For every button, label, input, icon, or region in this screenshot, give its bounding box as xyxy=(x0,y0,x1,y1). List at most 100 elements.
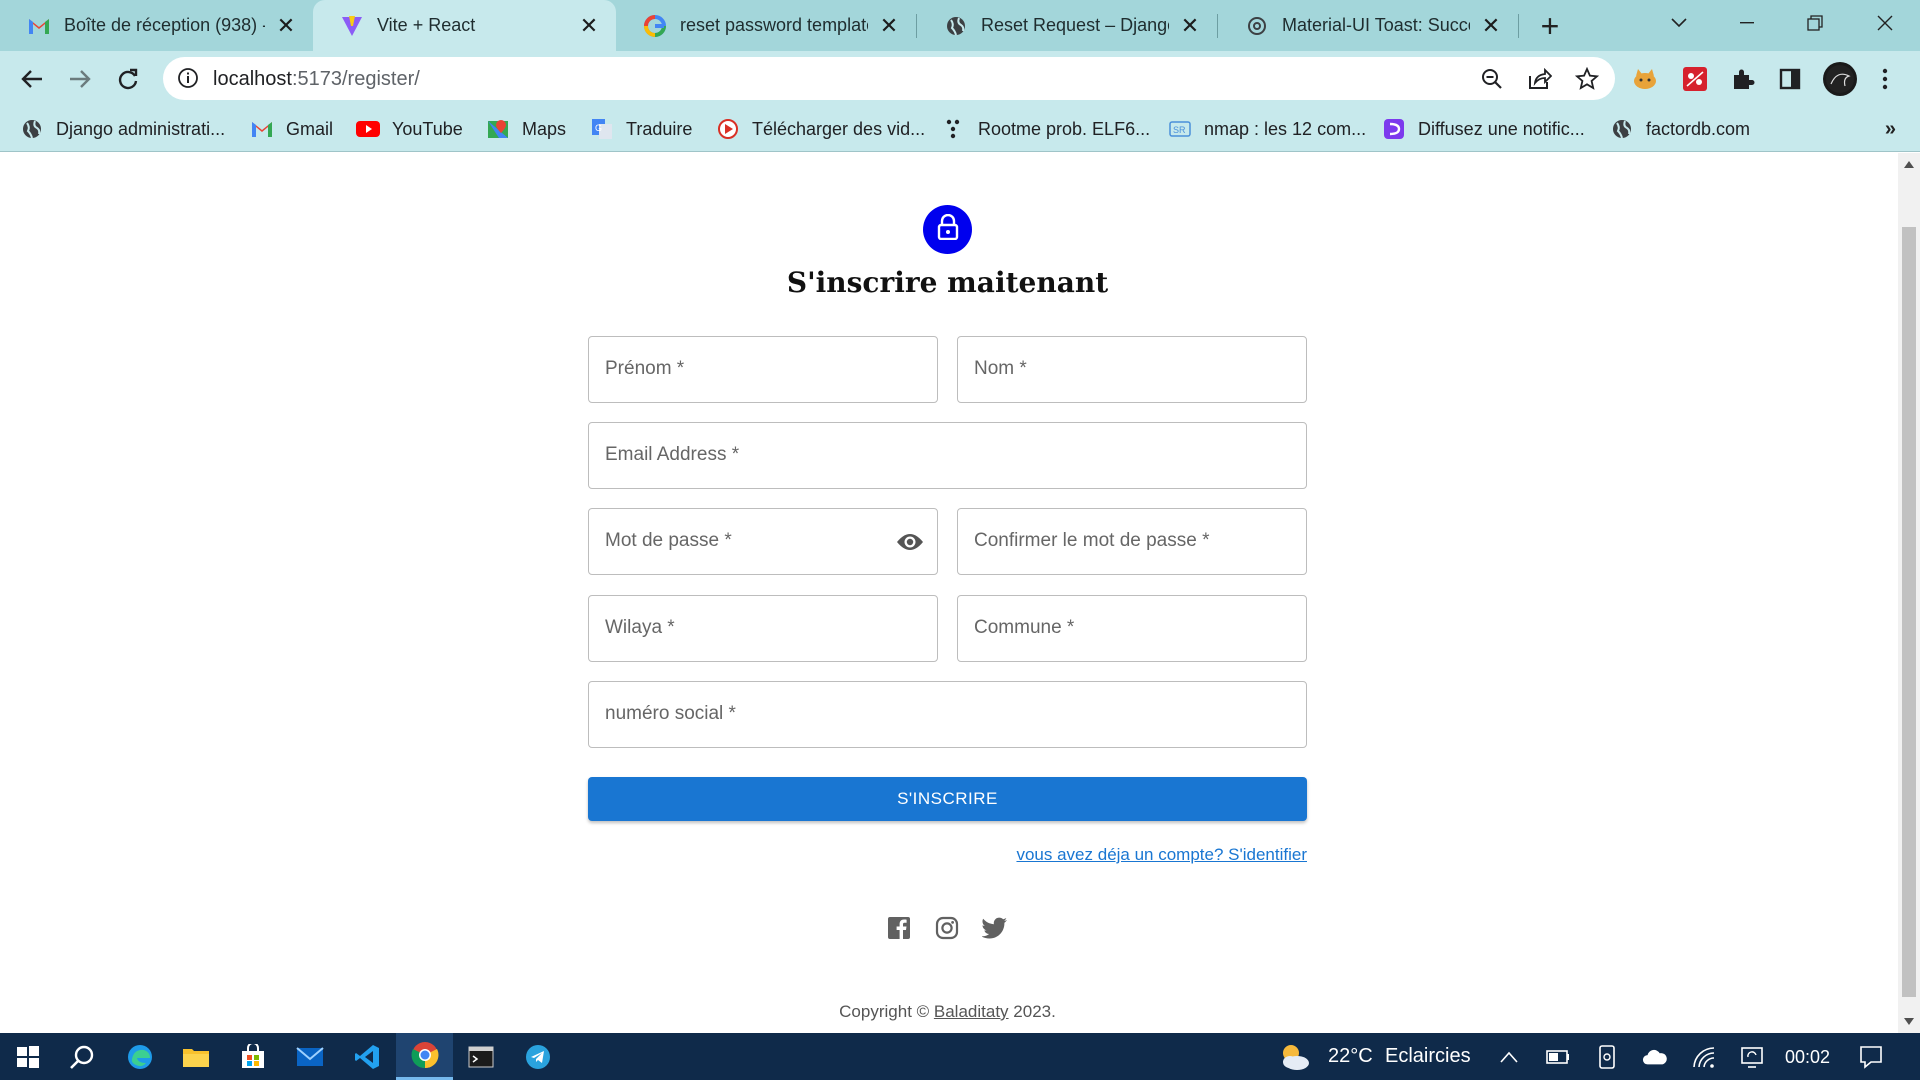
zoom-icon[interactable] xyxy=(1479,66,1505,92)
site-info-icon[interactable] xyxy=(177,67,199,94)
commune-label: Commune * xyxy=(974,617,1075,638)
close-tab-icon[interactable]: ✕ xyxy=(876,13,902,39)
bookmark-label: Gmail xyxy=(286,118,334,139)
bookmark-rootme[interactable]: Rootme prob. ELF6... xyxy=(942,116,1150,142)
extension-cat-icon[interactable] xyxy=(1630,64,1660,94)
wilaya-field[interactable]: Wilaya * xyxy=(588,595,938,662)
maps-icon xyxy=(486,117,510,141)
vscode-icon[interactable] xyxy=(339,1033,395,1080)
extension-red-icon[interactable] xyxy=(1680,64,1710,94)
search-icon[interactable] xyxy=(54,1033,110,1080)
tab-title: Material-UI Toast: Succes xyxy=(1282,15,1470,35)
chevron-up-icon[interactable] xyxy=(1496,1044,1522,1070)
terminal-icon[interactable] xyxy=(453,1033,509,1080)
share-icon[interactable] xyxy=(1527,66,1553,92)
telegram-icon[interactable] xyxy=(510,1033,566,1080)
url-text: localhost:5173/register/ xyxy=(213,68,420,91)
file-explorer-icon[interactable] xyxy=(168,1033,224,1080)
twitter-icon[interactable] xyxy=(981,914,1009,942)
tab-separator xyxy=(1518,14,1519,38)
chrome-menu-icon[interactable] xyxy=(1870,64,1900,94)
tab-title: Reset Request – Django R xyxy=(981,15,1169,35)
weather-icon[interactable] xyxy=(1277,1041,1313,1073)
clock-time[interactable]: 00:02 xyxy=(1785,1047,1830,1068)
tab-reset-password-template[interactable]: reset password template ✕ xyxy=(616,0,916,51)
bookmark-django-admin[interactable]: Django administrati... xyxy=(20,116,225,142)
bookmark-nmap[interactable]: SR nmap : les 12 com... xyxy=(1168,116,1366,142)
vite-icon xyxy=(341,15,363,37)
bookmark-telecharger-videos[interactable]: Télécharger des vid... xyxy=(716,116,925,142)
profile-avatar[interactable] xyxy=(1823,62,1857,96)
device-meet-icon[interactable] xyxy=(1594,1044,1620,1070)
edge-icon[interactable] xyxy=(112,1033,168,1080)
tab-vite-react[interactable]: Vite + React ✕ xyxy=(313,0,616,51)
tab-reset-request[interactable]: Reset Request – Django R ✕ xyxy=(917,0,1217,51)
last-name-field[interactable]: Nom * xyxy=(957,336,1307,403)
register-button[interactable]: S'INSCRIRE xyxy=(588,777,1307,821)
scrollbar-thumb[interactable] xyxy=(1902,227,1916,997)
email-field[interactable]: Email Address * xyxy=(588,422,1307,489)
bookmark-label: factordb.com xyxy=(1646,118,1751,139)
rootme-icon xyxy=(942,117,966,141)
close-tab-icon[interactable]: ✕ xyxy=(1177,13,1203,39)
tab-material-ui-toast[interactable]: Material-UI Toast: Succes ✕ xyxy=(1218,0,1518,51)
notification-icon xyxy=(1382,117,1406,141)
bookmarks-bar: Django administrati... Gmail YouTube Map… xyxy=(0,106,1920,152)
bookmark-label: Traduire xyxy=(626,118,693,139)
chrome-taskbar-icon[interactable] xyxy=(396,1033,453,1080)
bookmark-star-icon[interactable] xyxy=(1574,66,1600,92)
login-link[interactable]: vous avez déja un compte? S'identifier xyxy=(1016,845,1307,865)
forward-button[interactable] xyxy=(60,59,100,99)
bookmark-traduire[interactable]: G Traduire xyxy=(590,116,692,142)
side-panel-icon[interactable] xyxy=(1775,64,1805,94)
show-password-eye-icon[interactable] xyxy=(895,529,925,555)
close-window-button[interactable] xyxy=(1849,0,1920,45)
brand-link[interactable]: Baladitaty xyxy=(934,1002,1009,1021)
reload-button[interactable] xyxy=(108,59,148,99)
social-number-label: numéro social * xyxy=(605,703,736,724)
wifi-icon[interactable] xyxy=(1691,1044,1717,1070)
tab-search-chevron-icon[interactable] xyxy=(1645,0,1713,45)
new-tab-button[interactable]: + xyxy=(1530,6,1570,46)
address-bar[interactable]: localhost:5173/register/ xyxy=(163,57,1615,100)
bookmark-diffusez-notification[interactable]: Diffusez une notific... xyxy=(1382,116,1585,142)
commune-field[interactable]: Commune * xyxy=(957,595,1307,662)
bookmark-gmail[interactable]: Gmail xyxy=(250,116,333,142)
notification-center-icon[interactable] xyxy=(1858,1044,1884,1070)
bookmark-youtube[interactable]: YouTube xyxy=(356,116,463,142)
bookmark-maps[interactable]: Maps xyxy=(486,116,566,142)
scroll-up-arrow-icon[interactable] xyxy=(1904,161,1914,168)
tab-gmail[interactable]: Boîte de réception (938) - ✕ xyxy=(0,0,313,51)
mail-icon[interactable] xyxy=(282,1033,338,1080)
tab-title: Vite + React xyxy=(377,15,476,35)
copyright: Copyright © Baladitaty 2023. xyxy=(560,1002,1335,1022)
back-button[interactable] xyxy=(12,59,52,99)
first-name-field[interactable]: Prénom * xyxy=(588,336,938,403)
gmail-icon xyxy=(250,117,274,141)
windows-start-icon[interactable] xyxy=(0,1033,56,1080)
extensions-puzzle-icon[interactable] xyxy=(1728,64,1758,94)
minimize-button[interactable] xyxy=(1713,0,1781,45)
battery-icon[interactable] xyxy=(1545,1044,1571,1070)
weather-description[interactable]: Eclaircies xyxy=(1385,1045,1471,1068)
tab-strip: Boîte de réception (938) - ✕ Vite + Reac… xyxy=(0,0,1920,51)
restore-button[interactable] xyxy=(1781,0,1849,45)
translate-icon: G xyxy=(590,117,614,141)
instagram-icon[interactable] xyxy=(933,914,961,942)
social-number-field[interactable]: numéro social * xyxy=(588,681,1307,748)
confirm-password-field[interactable]: Confirmer le mot de passe * xyxy=(957,508,1307,575)
close-tab-icon[interactable]: ✕ xyxy=(1478,13,1504,39)
scroll-down-arrow-icon[interactable] xyxy=(1904,1018,1914,1025)
onedrive-cloud-icon[interactable] xyxy=(1642,1044,1668,1070)
store-icon[interactable] xyxy=(225,1033,281,1080)
close-tab-icon[interactable]: ✕ xyxy=(273,13,299,39)
display-sync-icon[interactable] xyxy=(1739,1044,1765,1070)
url-path: :5173/register/ xyxy=(291,68,420,90)
facebook-icon[interactable] xyxy=(885,914,913,942)
bookmarks-overflow-button[interactable]: » xyxy=(1885,118,1896,141)
weather-temperature[interactable]: 22°C xyxy=(1328,1045,1373,1068)
page-scrollbar[interactable] xyxy=(1898,153,1920,1033)
password-field[interactable]: Mot de passe * xyxy=(588,508,938,575)
close-tab-icon[interactable]: ✕ xyxy=(576,13,602,39)
bookmark-factordb[interactable]: factordb.com xyxy=(1610,116,1750,142)
